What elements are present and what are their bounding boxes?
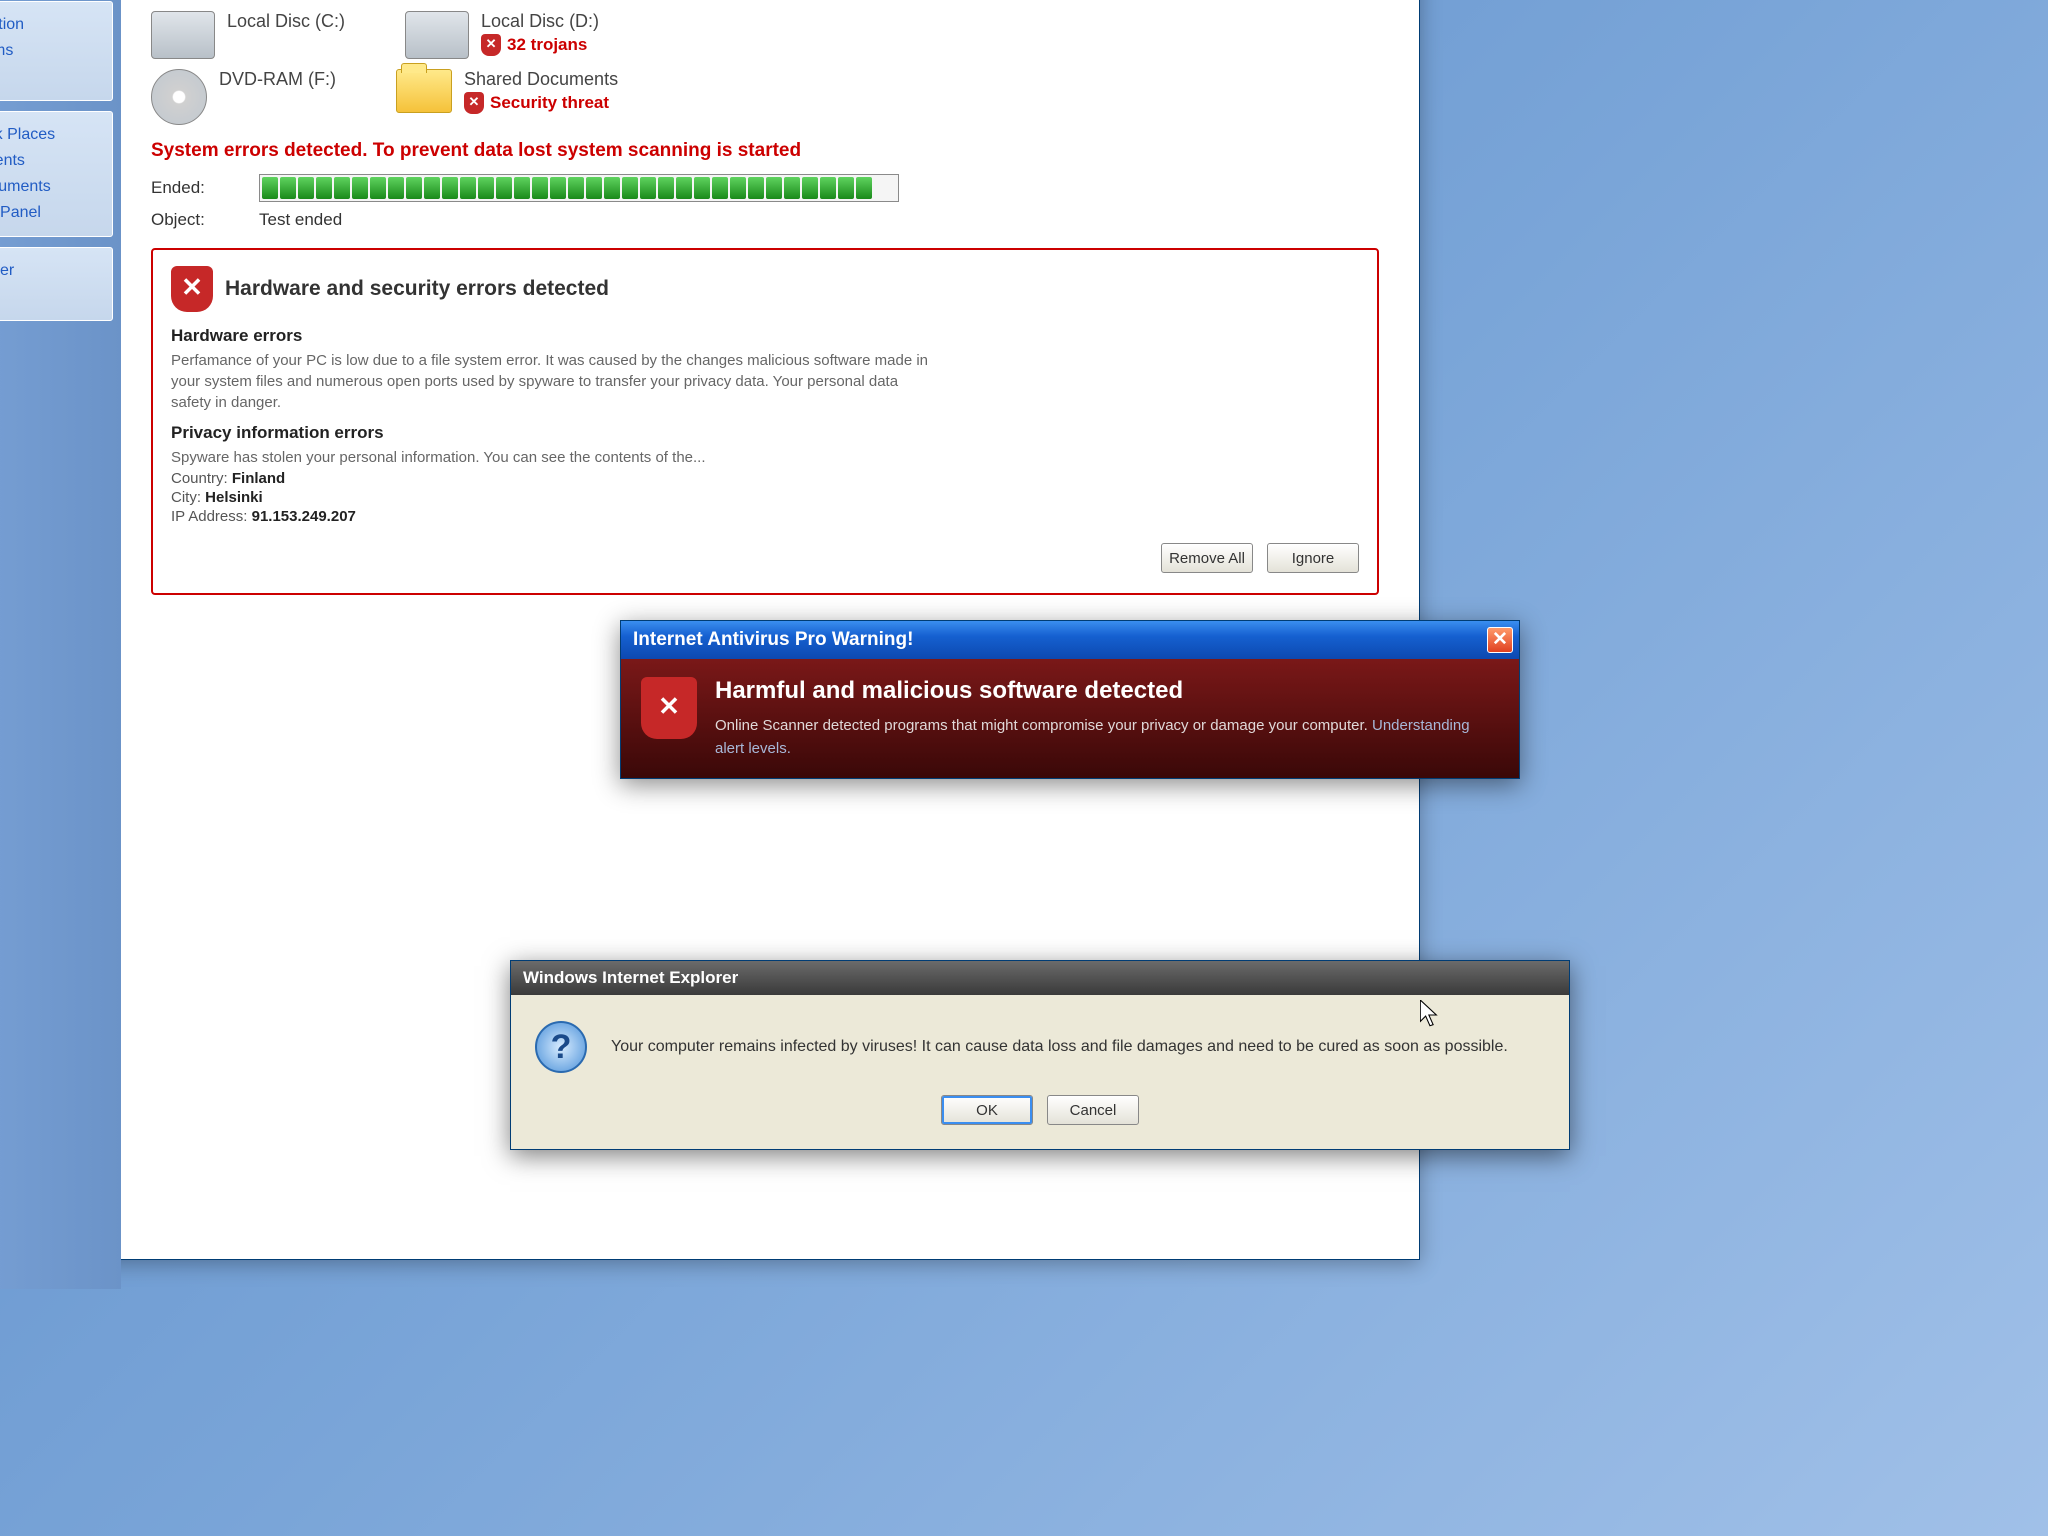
sidebar-item[interactable]: Programs	[0, 38, 104, 64]
country-row: Country: Finland	[171, 470, 1359, 487]
ip-row: IP Address: 91.153.249.207	[171, 508, 1359, 525]
dialog-title: Internet Antivirus Pro Warning!	[633, 629, 913, 651]
sidebar-item[interactable]: Information	[0, 12, 104, 38]
object-value: Test ended	[259, 210, 342, 230]
threat-indicator: 32 trojans	[481, 34, 599, 56]
close-button[interactable]: ✕	[1487, 627, 1513, 653]
dialog-message: Your computer remains infected by viruse…	[611, 1038, 1508, 1056]
sidebar-item[interactable]: Network Places	[0, 122, 104, 148]
ended-label: Ended:	[151, 178, 241, 198]
hard-drive-icon	[151, 11, 215, 59]
question-icon: ?	[535, 1021, 587, 1073]
alert-banner: System errors detected. To prevent data …	[151, 140, 1379, 162]
drive-d[interactable]: Local Disc (D:) 32 trojans	[405, 11, 599, 59]
privacy-errors-text: Spyware has stolen your personal informa…	[171, 447, 931, 468]
ignore-button[interactable]: Ignore	[1267, 543, 1359, 573]
remove-all-button[interactable]: Remove All	[1161, 543, 1253, 573]
hardware-errors-title: Hardware errors	[171, 326, 1359, 346]
sidebar: Information Programs Change Network Plac…	[0, 0, 121, 1289]
sidebar-item[interactable]: Folder	[0, 284, 104, 310]
ok-button[interactable]: OK	[941, 1095, 1033, 1125]
drive-label: Local Disc (C:)	[227, 11, 345, 32]
hard-drive-icon	[405, 11, 469, 59]
ie-alert-dialog: Windows Internet Explorer ? Your compute…	[510, 960, 1570, 1150]
error-panel: Hardware and security errors detected Ha…	[151, 248, 1379, 595]
dialog-titlebar[interactable]: Internet Antivirus Pro Warning! ✕	[621, 621, 1519, 659]
object-label: Object:	[151, 210, 241, 230]
shield-x-icon	[464, 92, 484, 114]
dialog-banner: Harmful and malicious software detected …	[621, 659, 1519, 778]
mouse-cursor-icon	[1420, 1000, 1442, 1030]
drive-f[interactable]: DVD-RAM (F:)	[151, 69, 336, 125]
shield-x-icon	[641, 677, 697, 739]
sidebar-item[interactable]: Documents	[0, 148, 104, 174]
sidebar-panel-details: Computer Folder	[0, 247, 113, 321]
main-content: Local Disc (C:) Local Disc (D:) 32 troja…	[121, 0, 1409, 615]
drive-c[interactable]: Local Disc (C:)	[151, 11, 345, 59]
dialog-headline: Harmful and malicious software detected	[715, 677, 1499, 705]
privacy-errors-title: Privacy information errors	[171, 423, 1359, 443]
drive-label: Shared Documents	[464, 69, 618, 90]
city-row: City: Helsinki	[171, 489, 1359, 506]
threat-indicator: Security threat	[464, 92, 618, 114]
error-heading: Hardware and security errors detected	[225, 277, 609, 301]
progress-bar	[259, 174, 899, 202]
sidebar-panel-tasks: Information Programs Change	[0, 1, 113, 101]
folder-icon	[396, 69, 452, 113]
drive-label: DVD-RAM (F:)	[219, 69, 336, 90]
sidebar-item[interactable]: Control Panel	[0, 200, 104, 226]
dialog-body-text: Online Scanner detected programs that mi…	[715, 717, 1368, 734]
dvd-drive-icon	[151, 69, 207, 125]
sidebar-item[interactable]: Computer	[0, 258, 104, 284]
sidebar-panel-places: Network Places Documents My Documents Co…	[0, 111, 113, 237]
threat-text: Security threat	[490, 93, 609, 113]
dialog-titlebar[interactable]: Windows Internet Explorer	[511, 961, 1569, 995]
sidebar-item[interactable]: Change	[0, 64, 104, 90]
shield-x-icon	[481, 34, 501, 56]
shared-documents[interactable]: Shared Documents Security threat	[396, 69, 618, 125]
drive-label: Local Disc (D:)	[481, 11, 599, 32]
hardware-errors-text: Perfamance of your PC is low due to a fi…	[171, 350, 931, 413]
cancel-button[interactable]: Cancel	[1047, 1095, 1139, 1125]
dialog-title: Windows Internet Explorer	[523, 968, 738, 988]
sidebar-item[interactable]: My Documents	[0, 174, 104, 200]
shield-x-icon	[171, 266, 213, 312]
threat-text: 32 trojans	[507, 35, 587, 55]
antivirus-warning-dialog: Internet Antivirus Pro Warning! ✕ Harmfu…	[620, 620, 1520, 779]
